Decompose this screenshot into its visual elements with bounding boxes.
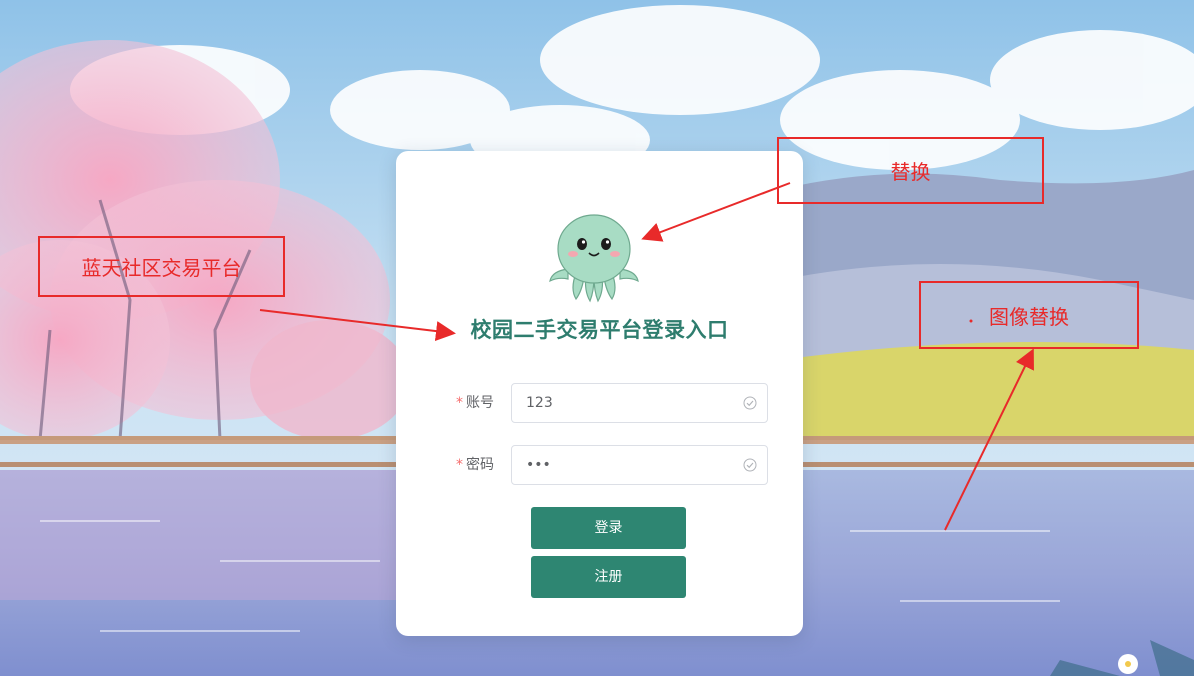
- password-row: * 密码: [396, 445, 803, 485]
- account-label: * 账号: [456, 383, 494, 423]
- required-mark: *: [456, 457, 463, 473]
- login-card: 校园二手交易平台登录入口 *账号 *密码 登录 注册: [396, 151, 803, 636]
- account-input-box[interactable]: [511, 383, 768, 423]
- circle-check-icon: [743, 396, 757, 410]
- annotation-box-right: 图像替换: [919, 281, 1139, 349]
- annotation-box-left: 蓝天社区交易平台: [38, 236, 285, 297]
- annotation-box-top-right: 替换: [777, 137, 1044, 204]
- annotation-text-right: 图像替换: [989, 304, 1069, 329]
- password-label: * 密码: [456, 445, 494, 485]
- account-input[interactable]: [526, 384, 726, 422]
- password-input[interactable]: [526, 446, 726, 484]
- login-button[interactable]: 登录: [531, 507, 686, 549]
- octopus-logo-icon: [546, 209, 642, 303]
- page-title: 校园二手交易平台登录入口: [470, 318, 729, 342]
- account-label-text: 账号: [466, 395, 494, 411]
- annotation-text-left: 蓝天社区交易平台: [81, 256, 242, 280]
- required-mark: *: [456, 395, 463, 411]
- circle-check-icon: [743, 458, 757, 472]
- annotation-text-top-right: 替换: [890, 160, 931, 184]
- register-button[interactable]: 注册: [531, 556, 686, 598]
- password-label-text: 密码: [466, 457, 494, 473]
- account-row: * 账号: [396, 383, 803, 423]
- password-input-box[interactable]: [511, 445, 768, 485]
